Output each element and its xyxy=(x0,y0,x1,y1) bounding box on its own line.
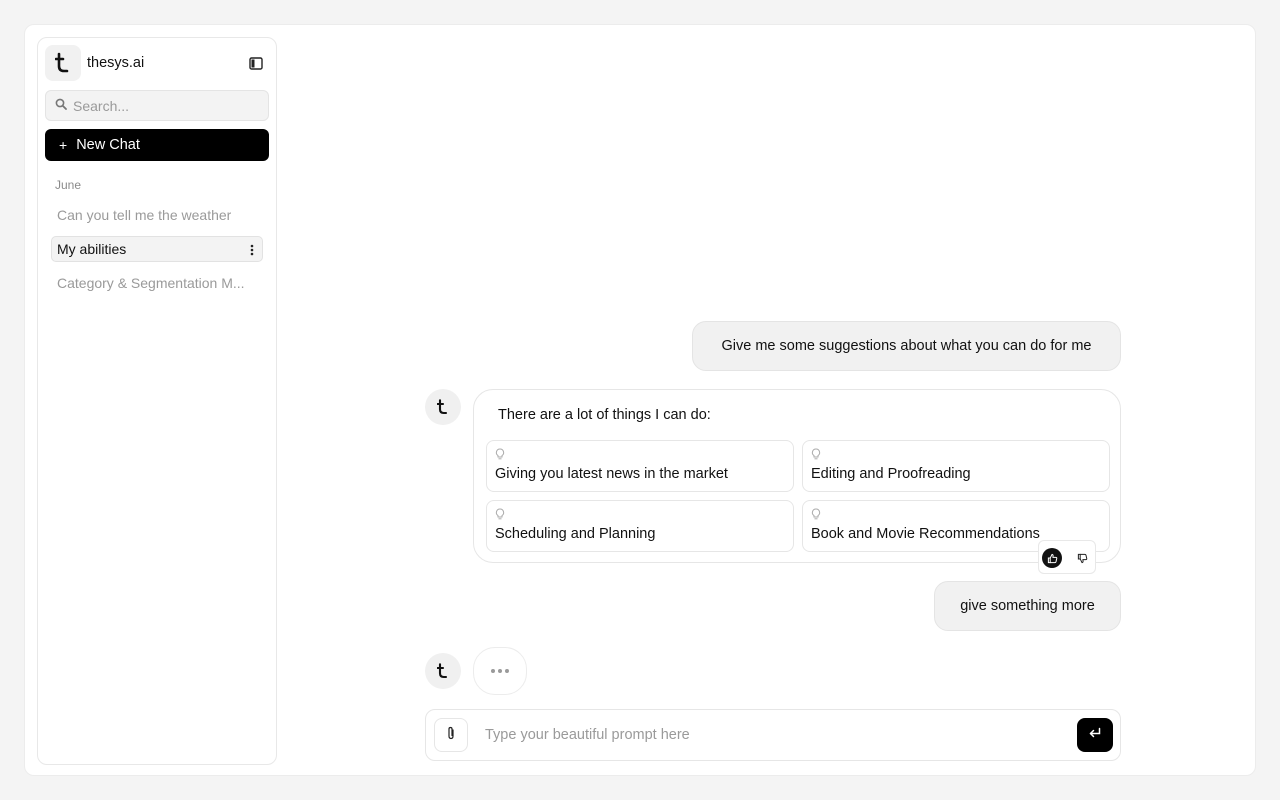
typing-dot xyxy=(505,669,509,673)
user-message: Give me some suggestions about what you … xyxy=(692,321,1121,371)
history-item[interactable]: Can you tell me the weather xyxy=(51,202,263,228)
sidebar: thesys.ai + New Chat June Can xyxy=(37,37,277,765)
search-input[interactable] xyxy=(73,97,253,114)
typing-dot xyxy=(498,669,502,673)
composer xyxy=(425,709,1121,761)
thumbs-up-icon[interactable] xyxy=(1042,548,1062,568)
new-chat-button[interactable]: + New Chat xyxy=(45,129,269,161)
typing-dot xyxy=(491,669,495,673)
assistant-avatar xyxy=(425,389,461,425)
history-item-label: Can you tell me the weather xyxy=(57,207,232,223)
paperclip-icon xyxy=(446,726,456,745)
thumbs-down-icon[interactable] xyxy=(1072,548,1092,568)
sidebar-toggle-icon[interactable] xyxy=(247,54,265,72)
search-icon xyxy=(55,97,67,115)
assistant-avatar xyxy=(425,653,461,689)
history-item-active[interactable]: My abilities xyxy=(51,236,263,262)
lightbulb-icon xyxy=(811,447,821,465)
suggestion-text: Book and Movie Recommendations xyxy=(811,526,1040,542)
user-message-text: give something more xyxy=(960,598,1095,614)
typing-indicator xyxy=(473,647,527,695)
suggestion-card[interactable]: Scheduling and Planning xyxy=(486,500,794,552)
thesys-logo-icon[interactable] xyxy=(45,45,81,81)
history-item-label: My abilities xyxy=(57,241,127,257)
assistant-intro-text: There are a lot of things I can do: xyxy=(498,407,711,423)
suggestion-text: Editing and Proofreading xyxy=(811,466,971,482)
suggestion-text: Giving you latest news in the market xyxy=(495,466,728,482)
history-item-label: Category & Segmentation M... xyxy=(57,275,245,291)
more-vertical-icon[interactable] xyxy=(250,243,254,256)
brand-header: thesys.ai xyxy=(45,45,271,81)
suggestion-text: Scheduling and Planning xyxy=(495,526,656,542)
suggestion-card[interactable]: Giving you latest news in the market xyxy=(486,440,794,492)
plus-icon: + xyxy=(59,137,68,153)
brand-name: thesys.ai xyxy=(87,55,145,71)
suggestion-card[interactable]: Editing and Proofreading xyxy=(802,440,1110,492)
history-section-label: June xyxy=(55,178,82,192)
search-box[interactable] xyxy=(45,90,269,121)
lightbulb-icon xyxy=(495,447,505,465)
prompt-input[interactable] xyxy=(485,724,1045,746)
enter-icon xyxy=(1088,726,1102,744)
lightbulb-icon xyxy=(495,507,505,525)
new-chat-label: New Chat xyxy=(76,137,140,153)
feedback-bar xyxy=(1038,540,1096,574)
user-message-text: Give me some suggestions about what you … xyxy=(721,338,1092,354)
send-button[interactable] xyxy=(1077,718,1113,752)
history-item[interactable]: Category & Segmentation M... xyxy=(51,270,263,296)
app-window: thesys.ai + New Chat June Can xyxy=(24,24,1256,776)
attach-button[interactable] xyxy=(434,718,468,752)
lightbulb-icon xyxy=(811,507,821,525)
user-message: give something more xyxy=(934,581,1121,631)
assistant-message: There are a lot of things I can do: Givi… xyxy=(473,389,1121,563)
